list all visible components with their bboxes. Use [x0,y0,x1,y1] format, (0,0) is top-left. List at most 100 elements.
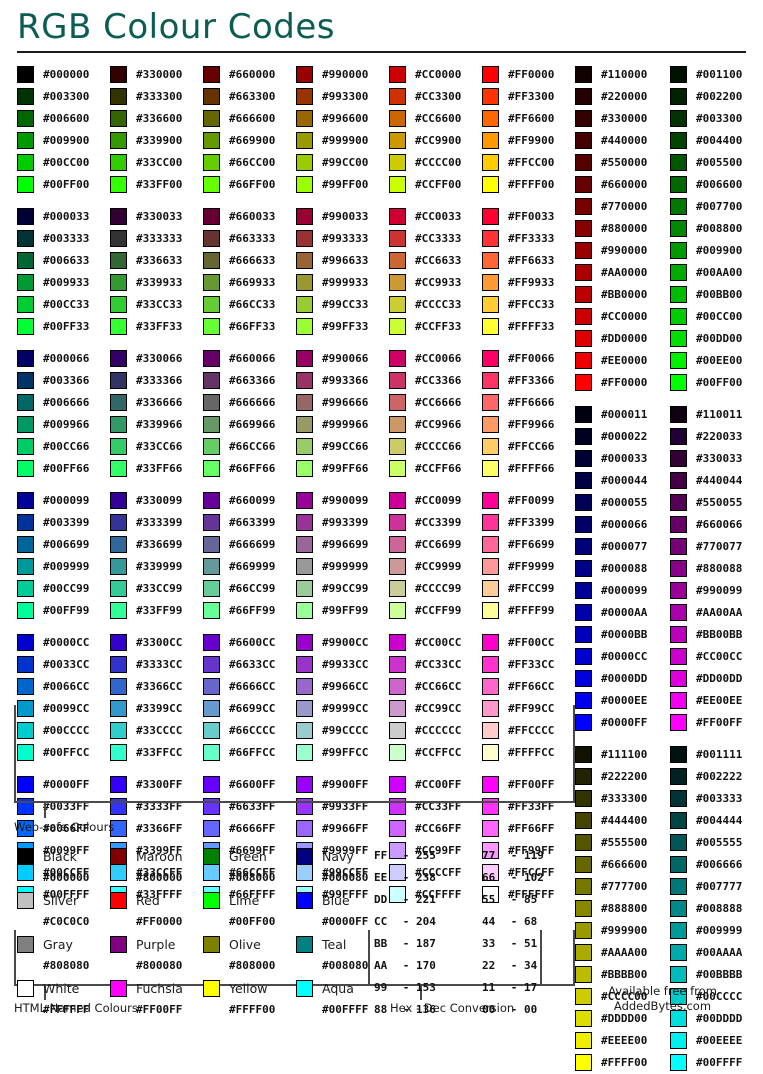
websafe-colour-row[interactable]: #66FF66 [203,457,296,479]
websafe-colour-row[interactable]: #663300 [203,85,296,107]
websafe-colour-row[interactable]: #99CC33 [296,293,389,315]
websafe-colour-row[interactable]: #33CC00 [110,151,203,173]
ramp-colour-row[interactable]: #009999 [670,919,763,941]
ramp-colour-row[interactable]: #00AA00 [670,261,763,283]
ramp-colour-row[interactable]: #004400 [670,129,763,151]
websafe-colour-row[interactable]: #99CC66 [296,435,389,457]
websafe-colour-row[interactable]: #CCCC66 [389,435,482,457]
websafe-colour-row[interactable]: #66FF99 [203,599,296,621]
websafe-colour-row[interactable]: #66FF33 [203,315,296,337]
websafe-colour-row[interactable]: #993399 [296,511,389,533]
ramp-colour-row[interactable]: #000055 [575,491,670,513]
ramp-colour-row[interactable]: #0000AA [575,601,670,623]
websafe-colour-row[interactable]: #9966CC [296,675,389,697]
websafe-colour-row[interactable]: #CCFF00 [389,173,482,195]
websafe-colour-row[interactable]: #99FF00 [296,173,389,195]
websafe-colour-row[interactable]: #9933CC [296,653,389,675]
websafe-colour-row[interactable]: #CC0099 [389,489,482,511]
websafe-colour-row[interactable]: #33FF00 [110,173,203,195]
websafe-colour-row[interactable]: #3366FF [110,817,203,839]
websafe-colour-row[interactable]: #660099 [203,489,296,511]
websafe-colour-row[interactable]: #CC3366 [389,369,482,391]
websafe-colour-row[interactable]: #003333 [17,227,110,249]
ramp-colour-row[interactable]: #FF00FF [670,711,763,733]
websafe-colour-row[interactable]: #660033 [203,205,296,227]
named-colour-item[interactable]: Lime #00FF00 [203,889,296,933]
named-colour-item[interactable]: Gray #808080 [17,933,110,977]
ramp-colour-row[interactable]: #006666 [670,853,763,875]
ramp-colour-row[interactable]: #440044 [670,469,763,491]
websafe-colour-row[interactable]: #66CC00 [203,151,296,173]
websafe-colour-row[interactable]: #CC9999 [389,555,482,577]
ramp-colour-row[interactable]: #003300 [670,107,763,129]
websafe-colour-row[interactable]: #996633 [296,249,389,271]
websafe-colour-row[interactable]: #CC00CC [389,631,482,653]
ramp-colour-row[interactable]: #001111 [670,743,763,765]
named-colour-item[interactable]: Green #008000 [203,845,296,889]
ramp-colour-row[interactable]: #110000 [575,63,670,85]
websafe-colour-row[interactable]: #3366CC [110,675,203,697]
websafe-colour-row[interactable]: #663399 [203,511,296,533]
named-colour-item[interactable]: Olive #808000 [203,933,296,977]
websafe-colour-row[interactable]: #FF6600 [482,107,575,129]
ramp-colour-row[interactable]: #550000 [575,151,670,173]
websafe-colour-row[interactable]: #669900 [203,129,296,151]
ramp-colour-row[interactable]: #EE00EE [670,689,763,711]
ramp-colour-row[interactable]: #990000 [575,239,670,261]
websafe-colour-row[interactable]: #FFCC66 [482,435,575,457]
websafe-colour-row[interactable]: #CC3300 [389,85,482,107]
websafe-colour-row[interactable]: #999999 [296,555,389,577]
websafe-colour-row[interactable]: #FF3333 [482,227,575,249]
ramp-colour-row[interactable]: #008888 [670,897,763,919]
ramp-colour-row[interactable]: #110011 [670,403,763,425]
websafe-colour-row[interactable]: #6600CC [203,631,296,653]
websafe-colour-row[interactable]: #9966FF [296,817,389,839]
ramp-colour-row[interactable]: #000033 [575,447,670,469]
websafe-colour-row[interactable]: #FFCC00 [482,151,575,173]
ramp-colour-row[interactable]: #002222 [670,765,763,787]
websafe-colour-row[interactable]: #339933 [110,271,203,293]
ramp-colour-row[interactable]: #00DD00 [670,327,763,349]
ramp-colour-row[interactable]: #444400 [575,809,670,831]
websafe-colour-row[interactable]: #FFCC33 [482,293,575,315]
websafe-colour-row[interactable]: #99FF33 [296,315,389,337]
websafe-colour-row[interactable]: #993300 [296,85,389,107]
websafe-colour-row[interactable]: #000000 [17,63,110,85]
websafe-colour-row[interactable]: #666600 [203,107,296,129]
websafe-colour-row[interactable]: #FF33CC [482,653,575,675]
websafe-colour-row[interactable]: #66CC66 [203,435,296,457]
ramp-colour-row[interactable]: #000022 [575,425,670,447]
websafe-colour-row[interactable]: #00FF99 [17,599,110,621]
websafe-colour-row[interactable]: #CCCC33 [389,293,482,315]
ramp-colour-row[interactable]: #440000 [575,129,670,151]
ramp-colour-row[interactable]: #CC0000 [575,305,670,327]
websafe-colour-row[interactable]: #FF6699 [482,533,575,555]
websafe-colour-row[interactable]: #006633 [17,249,110,271]
websafe-colour-row[interactable]: #669966 [203,413,296,435]
websafe-colour-row[interactable]: #339900 [110,129,203,151]
ramp-colour-row[interactable]: #0000FF [575,711,670,733]
websafe-colour-row[interactable]: #FF9966 [482,413,575,435]
websafe-colour-row[interactable]: #FF0099 [482,489,575,511]
websafe-colour-row[interactable]: #993333 [296,227,389,249]
websafe-colour-row[interactable]: #996666 [296,391,389,413]
websafe-colour-row[interactable]: #009966 [17,413,110,435]
websafe-colour-row[interactable]: #6666CC [203,675,296,697]
websafe-colour-row[interactable]: #33CC33 [110,293,203,315]
websafe-colour-row[interactable]: #000099 [17,489,110,511]
websafe-colour-row[interactable]: #996699 [296,533,389,555]
named-colour-item[interactable]: Yellow #FFFF00 [203,977,296,1021]
websafe-colour-row[interactable]: #CC6666 [389,391,482,413]
websafe-colour-row[interactable]: #003366 [17,369,110,391]
ramp-colour-row[interactable]: #777700 [575,875,670,897]
websafe-colour-row[interactable]: #FF3399 [482,511,575,533]
websafe-colour-row[interactable]: #669999 [203,555,296,577]
ramp-colour-row[interactable]: #660066 [670,513,763,535]
websafe-colour-row[interactable]: #333300 [110,85,203,107]
websafe-colour-row[interactable]: #999900 [296,129,389,151]
websafe-colour-row[interactable]: #663366 [203,369,296,391]
websafe-colour-row[interactable]: #00CC33 [17,293,110,315]
ramp-colour-row[interactable]: #BB00BB [670,623,763,645]
websafe-colour-row[interactable]: #99CC00 [296,151,389,173]
websafe-colour-row[interactable]: #33FF99 [110,599,203,621]
